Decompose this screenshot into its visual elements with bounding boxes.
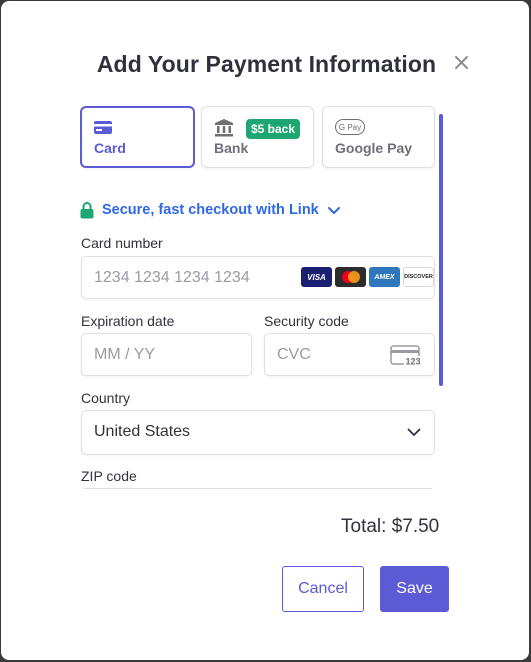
- country-value: United States: [94, 423, 191, 440]
- card-number-field[interactable]: VISA AMEX DISCOVER: [81, 256, 435, 299]
- credit-card-icon: [94, 121, 112, 139]
- discover-icon: DISCOVER: [403, 267, 434, 287]
- save-button[interactable]: Save: [380, 566, 449, 612]
- bank-icon: [214, 119, 234, 142]
- cashback-badge: $5 back: [246, 119, 301, 139]
- tab-bank[interactable]: $5 back Bank: [201, 106, 314, 168]
- card-number-label: Card number: [81, 235, 163, 251]
- zip-label: ZIP code: [81, 468, 137, 484]
- google-pay-icon-text: G Pay: [339, 123, 361, 132]
- lock-icon: [80, 201, 94, 218]
- order-total: Total: $7.50: [341, 516, 440, 537]
- expiration-input[interactable]: [82, 334, 251, 375]
- amex-icon: AMEX: [369, 267, 400, 287]
- chevron-down-icon: [407, 428, 421, 437]
- cancel-button[interactable]: Cancel: [282, 566, 364, 612]
- cvc-card-icon: 123: [390, 345, 422, 367]
- tab-card-label: Card: [94, 140, 126, 156]
- country-select[interactable]: United States: [81, 410, 435, 455]
- close-icon[interactable]: [452, 53, 472, 73]
- security-code-label: Security code: [264, 313, 349, 329]
- tab-google-pay-label: Google Pay: [335, 140, 413, 156]
- visa-icon: VISA: [301, 267, 332, 287]
- country-label: Country: [81, 390, 131, 406]
- link-checkout-text: Secure, fast checkout with Link: [102, 202, 319, 218]
- payment-method-tabs: Card $5 back Bank G Pay Google Pay: [80, 106, 436, 170]
- tab-bank-label: Bank: [214, 140, 249, 156]
- security-code-field[interactable]: 123: [264, 333, 435, 376]
- tab-card[interactable]: Card: [80, 106, 195, 168]
- expiration-field[interactable]: [81, 333, 252, 376]
- scrollbar[interactable]: [439, 114, 443, 386]
- payment-form: Card $5 back Bank G Pay Google Pay Secur…: [80, 104, 436, 489]
- chevron-down-icon: [327, 206, 340, 214]
- mastercard-icon: [335, 267, 366, 287]
- card-brands: VISA AMEX DISCOVER: [301, 267, 434, 287]
- google-pay-icon: G Pay: [335, 119, 365, 140]
- zip-field[interactable]: [81, 488, 435, 489]
- link-checkout[interactable]: Secure, fast checkout with Link: [80, 199, 341, 221]
- expiration-label: Expiration date: [81, 313, 175, 329]
- cvc-icon-text: 123: [405, 357, 420, 367]
- tab-google-pay[interactable]: G Pay Google Pay: [322, 106, 435, 168]
